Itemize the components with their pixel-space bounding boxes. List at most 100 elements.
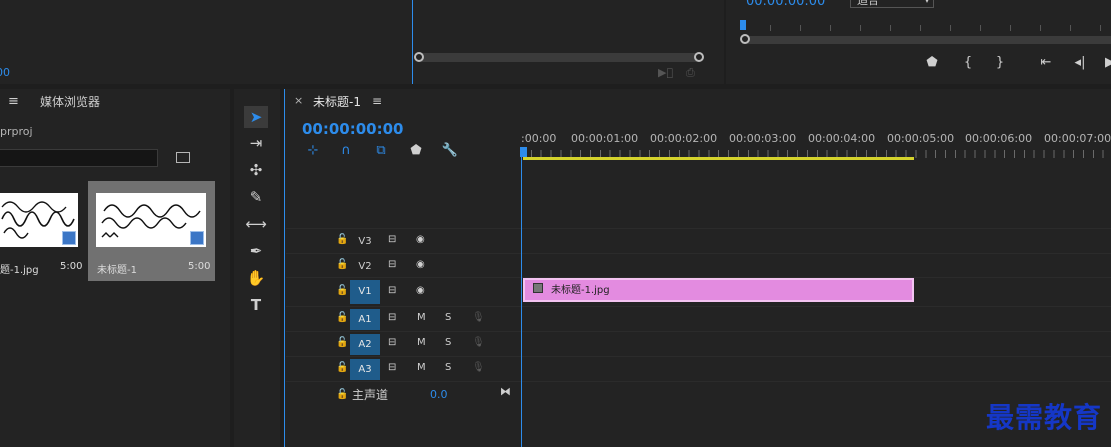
tab-sequence[interactable]: 未标题-1: [313, 93, 361, 110]
work-area-bar[interactable]: [523, 157, 914, 160]
microphone-icon[interactable]: 🎙: [472, 312, 485, 323]
project-item-selected[interactable]: 未标题-1 5:00: [88, 181, 215, 281]
track-name[interactable]: A2: [350, 334, 380, 355]
timeline-timecode[interactable]: 00:00:00:00: [302, 120, 404, 138]
fx-badge-icon: [533, 283, 543, 293]
source-scrollbar[interactable]: [418, 53, 700, 62]
program-scroll-handle[interactable]: [740, 34, 750, 44]
nest-icon[interactable]: ⊹: [303, 143, 323, 158]
folder-search-icon[interactable]: [176, 152, 190, 163]
eye-icon[interactable]: ◉: [416, 285, 425, 296]
zoom-select[interactable]: 适合 ▾: [850, 0, 934, 8]
tab-media-browser[interactable]: 媒体浏览器: [40, 93, 100, 110]
ripple-edit-tool-icon[interactable]: ✣: [244, 159, 268, 181]
sync-lock-icon[interactable]: ⊟: [388, 285, 396, 296]
ruler-label: 00:00:01:00: [571, 132, 639, 145]
type-tool-icon[interactable]: T: [244, 294, 268, 316]
clip-label: 未标题-1.jpg: [551, 285, 610, 296]
ruler-label: 00:00:02:00: [650, 132, 718, 145]
lock-icon[interactable]: 🔓: [336, 285, 348, 296]
sequence-menu-icon[interactable]: ≡: [372, 94, 382, 108]
source-monitor-controls: [412, 0, 724, 84]
playhead-handle[interactable]: [520, 147, 527, 157]
eye-icon[interactable]: ◉: [416, 234, 425, 245]
ruler-label: 00:00:07:00: [1044, 132, 1111, 145]
track-row-v3[interactable]: 🔓 V3 ⊟ ◉: [286, 228, 1111, 252]
master-track-label: 主声道: [352, 388, 389, 402]
sync-lock-icon[interactable]: ⊟: [388, 312, 396, 323]
track-row-a1[interactable]: 🔓 A1 ⊟ M S 🎙: [286, 306, 1111, 330]
track-row-v2[interactable]: 🔓 V2 ⊟ ◉: [286, 253, 1111, 277]
program-scrollbar[interactable]: [742, 36, 1111, 44]
ruler-label: 00:00:03:00: [729, 132, 797, 145]
go-to-in-icon[interactable]: ⇤: [1036, 55, 1056, 70]
slip-tool-icon[interactable]: ⟷: [244, 213, 268, 235]
solo-button[interactable]: S: [445, 312, 451, 323]
chevron-down-icon: ▾: [924, 0, 929, 5]
track-name[interactable]: V1: [350, 280, 380, 304]
solo-button[interactable]: S: [445, 362, 451, 373]
pen-tool-icon[interactable]: ✒: [244, 240, 268, 262]
hand-tool-icon[interactable]: ✋: [244, 267, 268, 289]
mute-button[interactable]: M: [417, 362, 426, 373]
go-to-end-icon[interactable]: ⧓: [500, 385, 511, 398]
project-search-input[interactable]: [0, 149, 158, 167]
eye-icon[interactable]: ◉: [416, 259, 425, 270]
program-timecode[interactable]: 00:00:00:00: [746, 0, 825, 9]
ruler-label: 00:00:06:00: [965, 132, 1033, 145]
ruler-label: 00:00:04:00: [808, 132, 876, 145]
track-row-a3[interactable]: 🔓 A3 ⊟ M S 🎙: [286, 356, 1111, 380]
solo-button[interactable]: S: [445, 337, 451, 348]
panel-menu-icon[interactable]: ≡: [8, 94, 19, 109]
sync-lock-icon[interactable]: ⊟: [388, 337, 396, 348]
marker-icon[interactable]: ⬟: [922, 55, 942, 70]
step-back-icon[interactable]: ◂|: [1070, 55, 1090, 70]
lock-icon[interactable]: 🔓: [336, 234, 348, 245]
sync-lock-icon[interactable]: ⊟: [388, 259, 396, 270]
mark-out-icon[interactable]: }: [990, 55, 1010, 70]
source-scroll-handle-right[interactable]: [694, 52, 704, 62]
wrench-icon[interactable]: 🔧: [440, 143, 460, 158]
microphone-icon[interactable]: 🎙: [472, 362, 485, 373]
microphone-icon[interactable]: 🎙: [472, 337, 485, 348]
sync-lock-icon[interactable]: ⊟: [388, 362, 396, 373]
lock-icon[interactable]: 🔓: [336, 312, 348, 323]
project-item-name: 题-1.jpg: [0, 265, 39, 276]
source-timecode[interactable]: 00: [0, 66, 10, 79]
add-marker-icon[interactable]: ⬟: [406, 143, 426, 158]
selection-tool-icon[interactable]: ➤: [244, 106, 268, 128]
zoom-select-value: 适合: [857, 0, 879, 7]
image-badge-icon: [62, 231, 76, 245]
mark-in-icon[interactable]: {: [958, 55, 978, 70]
track-name[interactable]: V3: [350, 231, 380, 252]
lock-icon[interactable]: 🔓: [336, 337, 348, 348]
timeline-clip[interactable]: 未标题-1.jpg: [523, 278, 914, 302]
image-badge-icon: [190, 231, 204, 245]
close-icon[interactable]: ×: [294, 94, 303, 107]
export-frame-icon[interactable]: ▶⃒: [658, 66, 673, 79]
track-row-a2[interactable]: 🔓 A2 ⊟ M S 🎙: [286, 331, 1111, 355]
track-name[interactable]: V2: [350, 256, 380, 277]
mute-button[interactable]: M: [417, 337, 426, 348]
sync-lock-icon[interactable]: ⊟: [388, 234, 396, 245]
snap-icon[interactable]: ∩: [336, 143, 356, 158]
mute-button[interactable]: M: [417, 312, 426, 323]
project-item-name: 未标题-1: [97, 265, 137, 276]
razor-tool-icon[interactable]: ✎: [244, 186, 268, 208]
program-playhead[interactable]: [740, 20, 746, 30]
track-select-tool-icon[interactable]: ⇥: [244, 132, 268, 154]
project-item-duration: 5:00: [188, 261, 211, 272]
camera-icon[interactable]: ⎙: [686, 66, 695, 80]
master-volume-value[interactable]: 0.0: [430, 388, 448, 401]
track-name[interactable]: A3: [350, 359, 380, 380]
program-ruler-ticks: [770, 25, 1111, 31]
playhead-line[interactable]: [521, 157, 522, 447]
play-icon[interactable]: ▶: [1100, 55, 1111, 70]
lock-icon[interactable]: 🔓: [336, 389, 348, 400]
lock-icon[interactable]: 🔓: [336, 362, 348, 373]
source-scroll-handle-left[interactable]: [414, 52, 424, 62]
lock-icon[interactable]: 🔓: [336, 259, 348, 270]
linked-selection-icon[interactable]: ⧉: [371, 143, 391, 158]
track-name[interactable]: A1: [350, 309, 380, 330]
project-item[interactable]: 题-1.jpg 5:00: [0, 181, 86, 281]
